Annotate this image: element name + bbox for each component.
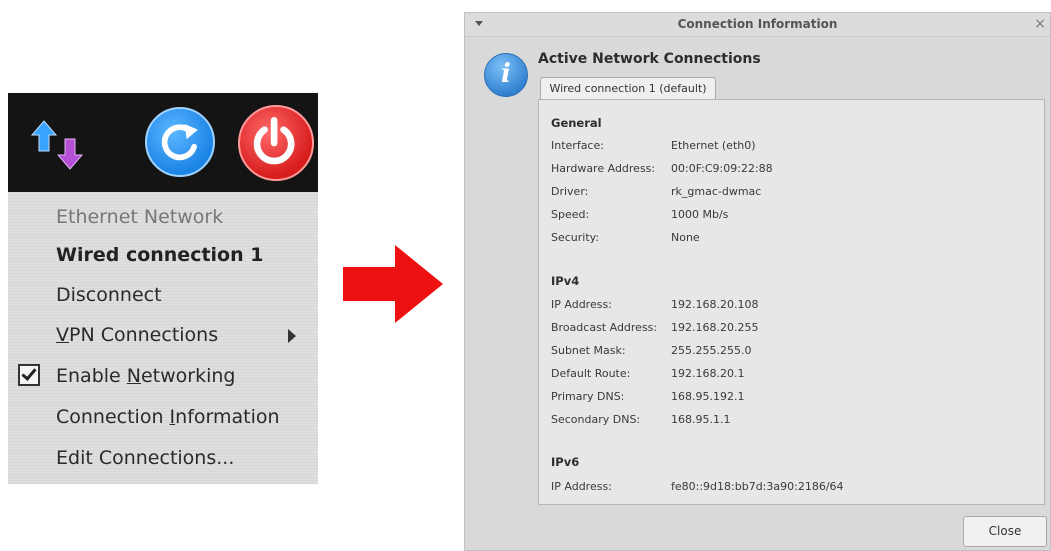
field-value: 192.168.20.108 — [671, 298, 759, 311]
tab-wired-connection[interactable]: Wired connection 1 (default) — [540, 77, 716, 100]
checkmark-icon — [21, 365, 37, 381]
field-label: Interface: — [551, 139, 604, 152]
enable-label-post: etworking — [140, 365, 236, 387]
enable-mnemonic: N — [126, 365, 141, 387]
power-icon[interactable] — [238, 105, 314, 181]
enable-networking-checkbox[interactable] — [18, 364, 40, 386]
menu-item-wired-connection[interactable]: Wired connection 1 — [56, 244, 263, 266]
network-arrows-icon[interactable] — [30, 117, 86, 173]
info-label-post: nformation — [175, 406, 280, 428]
close-button[interactable]: Close — [963, 516, 1047, 547]
enable-label-pre: Enable — [56, 365, 127, 387]
section-title-ipv6: IPv6 — [551, 455, 580, 469]
dialog-heading: Active Network Connections — [538, 51, 761, 67]
field-value: None — [671, 231, 700, 244]
field-label: Driver: — [551, 185, 589, 198]
field-value: 192.168.20.255 — [671, 321, 759, 334]
tray-bar — [8, 93, 318, 192]
close-icon[interactable]: × — [1034, 16, 1046, 32]
field-value: Ethernet (eth0) — [671, 139, 756, 152]
menu-item-vpn-connections[interactable]: VPN Connections — [56, 324, 218, 346]
field-value: rk_gmac-dwmac — [671, 185, 762, 198]
vpn-mnemonic: V — [56, 324, 69, 346]
field-label: Security: — [551, 231, 600, 244]
field-label: IP Address: — [551, 480, 612, 493]
field-value: 168.95.192.1 — [671, 390, 745, 403]
refresh-icon[interactable] — [145, 107, 215, 177]
vpn-label-post: PN Connections — [69, 324, 219, 346]
section-title-general: General — [551, 116, 602, 130]
field-label: Broadcast Address: — [551, 321, 658, 334]
field-label: Hardware Address: — [551, 162, 656, 175]
field-label: Primary DNS: — [551, 390, 625, 403]
menu-item-enable-networking[interactable]: Enable Networking — [56, 365, 235, 387]
field-value: 168.95.1.1 — [671, 413, 731, 426]
field-label: Secondary DNS: — [551, 413, 641, 426]
menu-header-ethernet: Ethernet Network — [56, 206, 224, 228]
field-label: Default Route: — [551, 367, 631, 380]
red-arrow-icon — [343, 245, 443, 323]
submenu-arrow-icon — [288, 329, 296, 343]
dialog-title: Connection Information — [677, 17, 838, 31]
connection-information-dialog: Connection Information × i Active Networ… — [464, 12, 1051, 551]
menu-item-connection-information[interactable]: Connection Information — [56, 406, 280, 428]
section-title-ipv4: IPv4 — [551, 274, 580, 288]
menu-item-disconnect[interactable]: Disconnect — [56, 284, 162, 306]
field-value: 1000 Mb/s — [671, 208, 729, 221]
field-value: 255.255.255.0 — [671, 344, 752, 357]
info-label-pre: Connection — [56, 406, 170, 428]
field-value: 00:0F:C9:09:22:88 — [671, 162, 773, 175]
dialog-titlebar[interactable]: Connection Information × — [465, 13, 1050, 37]
info-icon: i — [484, 53, 528, 97]
tray-menu-photo: Ethernet Network Wired connection 1 Disc… — [8, 93, 318, 484]
field-value: fe80::9d18:bb7d:3a90:2186/64 — [671, 480, 844, 493]
field-value: 192.168.20.1 — [671, 367, 745, 380]
menu-item-edit-connections[interactable]: Edit Connections... — [56, 447, 234, 469]
field-label: Speed: — [551, 208, 590, 221]
field-label: Subnet Mask: — [551, 344, 626, 357]
connection-details-panel: General Interface: Ethernet (eth0) Hardw… — [538, 99, 1045, 505]
field-label: IP Address: — [551, 298, 612, 311]
